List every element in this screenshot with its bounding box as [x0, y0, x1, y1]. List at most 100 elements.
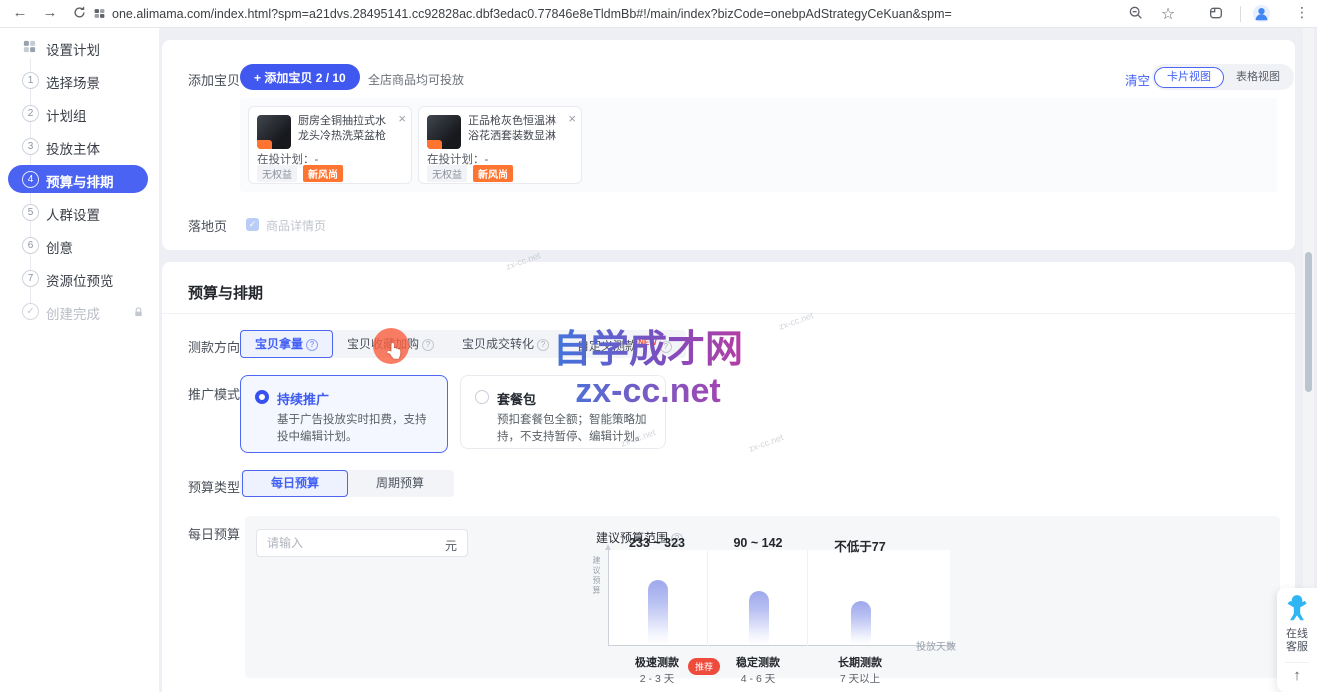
- section-divider: [162, 313, 1295, 314]
- toolbar-divider: [1240, 6, 1241, 22]
- hand-cursor-icon: 👆: [385, 342, 404, 360]
- thumbnail-badge: [257, 140, 272, 149]
- step-number: 2: [22, 105, 39, 122]
- suggested-budget-chart: 建议预算范围? 建议预算 233 ~ 323 90 ~ 142 不低于77 投放…: [590, 524, 980, 676]
- help-icon[interactable]: ?: [660, 341, 672, 353]
- sidebar-item-label: 预算与排期: [46, 171, 114, 191]
- sidebar-item-creative[interactable]: 6 创意: [0, 234, 160, 258]
- bar-value-label: 233 ~ 323: [609, 536, 705, 550]
- product-card[interactable]: 正品枪灰色恒温淋浴花洒套装数显淋雨浴全... × 在投计划：- 无权益 新风尚: [418, 106, 582, 184]
- sidebar-item-label: 计划组: [46, 105, 87, 125]
- radio-unselected[interactable]: [475, 390, 489, 404]
- landing-option-label: 商品详情页: [266, 217, 326, 234]
- bar-fast-test: [648, 580, 668, 645]
- bar-stable-test: [749, 591, 769, 645]
- period-budget-tab[interactable]: 周期预算: [348, 470, 452, 497]
- sidebar-item-create-complete: ✓ 创建完成: [0, 300, 160, 324]
- chart-plot-area: [608, 550, 950, 646]
- bar-value-label: 90 ~ 142: [710, 536, 806, 550]
- bookmark-star-icon[interactable]: ☆: [1158, 4, 1178, 24]
- mode-name: 持续推广: [277, 389, 329, 408]
- product-card[interactable]: 厨房全铜抽拉式水龙头冷热洗菜盆枪灰池水... × 在投计划：- 无权益 新风尚: [248, 106, 412, 184]
- back-to-top-icon[interactable]: ↑: [1277, 667, 1317, 684]
- mode-name: 套餐包: [497, 389, 536, 408]
- scrollbar-thumb[interactable]: [1305, 252, 1312, 392]
- new-trend-tag: 新风尚: [473, 165, 513, 182]
- service-widget: 在线客服 ↑: [1277, 588, 1317, 692]
- help-icon[interactable]: ?: [306, 339, 318, 351]
- step-number: 7: [22, 270, 39, 287]
- help-icon[interactable]: ?: [537, 339, 549, 351]
- landing-checkbox[interactable]: ✓: [246, 218, 259, 231]
- budget-schedule-card: 预算与排期 测款方向 宝贝拿量? 宝贝收藏加购? 宝贝成交转化? 自定义测款NE…: [162, 262, 1295, 692]
- sidebar-item-audience[interactable]: 5 人群设置: [0, 201, 160, 225]
- check-circle-icon: ✓: [22, 303, 39, 320]
- mode-package-option[interactable]: 套餐包 预扣套餐包全额；智能策略加持，不支持暂停、编辑计划。: [460, 375, 666, 449]
- sidebar-item-target[interactable]: 3 投放主体: [0, 135, 160, 159]
- tab-item-volume[interactable]: 宝贝拿量?: [240, 330, 333, 358]
- add-products-hint: 全店商品均可投放: [368, 71, 464, 88]
- page-background: 设置计划 1 选择场景 2 计划组 3 投放主体 4 预算与排期 5 人群设置 …: [0, 28, 1317, 692]
- daily-budget-panel: 元 建议预算范围? 建议预算 233 ~ 323 90 ~ 142 不低于77: [245, 516, 1280, 678]
- daily-budget-label: 每日预算: [188, 524, 240, 543]
- product-thumbnail: [427, 115, 461, 149]
- widget-divider: [1285, 662, 1309, 663]
- steps-sidebar: 设置计划 1 选择场景 2 计划组 3 投放主体 4 预算与排期 5 人群设置 …: [0, 28, 160, 692]
- sidebar-item-label: 资源位预览: [46, 270, 114, 290]
- step-number: 1: [22, 72, 39, 89]
- tab-custom-test[interactable]: 自定义测款NEW?: [563, 329, 686, 360]
- reload-icon[interactable]: [72, 5, 87, 25]
- url-bar[interactable]: one.alimama.com/index.html?spm=a21dvs.28…: [112, 7, 952, 21]
- help-icon[interactable]: ?: [422, 339, 434, 351]
- category-stable-test: 稳定测款 4 - 6 天: [716, 654, 800, 686]
- mode-description: 预扣套餐包全额；智能策略加持，不支持暂停、编辑计划。: [497, 412, 657, 446]
- chart-y-axis-label: 建议预算: [591, 556, 602, 596]
- menu-dots-icon[interactable]: ⋮: [1292, 4, 1312, 21]
- close-icon[interactable]: ×: [398, 111, 406, 126]
- test-direction-tabs: 宝贝拿量? 宝贝收藏加购? 宝贝成交转化? 自定义测款NEW?: [240, 330, 686, 358]
- plus-icon: +: [254, 71, 261, 85]
- lock-icon: [133, 305, 144, 323]
- sidebar-item-scene[interactable]: 1 选择场景: [0, 69, 160, 93]
- chart-x-axis-label: 投放天数: [916, 638, 956, 653]
- table-view-toggle[interactable]: 表格视图: [1224, 67, 1292, 87]
- bar-longterm-test: [851, 601, 871, 645]
- daily-budget-input[interactable]: [267, 531, 427, 555]
- product-thumbnail: [257, 115, 291, 149]
- tab-groups-icon[interactable]: [1208, 5, 1224, 26]
- profile-avatar[interactable]: [1252, 4, 1271, 28]
- no-rights-tag: 无权益: [257, 165, 297, 182]
- daily-budget-tab[interactable]: 每日预算: [242, 470, 348, 497]
- sidebar-item-label: 投放主体: [46, 138, 100, 158]
- sidebar-item-label: 选择场景: [46, 72, 100, 92]
- zoom-icon[interactable]: [1128, 5, 1144, 26]
- sidebar-item-setup-plan[interactable]: 设置计划: [0, 36, 160, 60]
- mascot-icon[interactable]: [1284, 593, 1310, 630]
- online-service-label[interactable]: 在线客服: [1277, 628, 1317, 654]
- bar-value-label: 不低于77: [812, 536, 908, 555]
- sidebar-item-budget-schedule[interactable]: 4 预算与排期: [0, 168, 160, 192]
- test-direction-label: 测款方向: [188, 337, 240, 356]
- product-title: 厨房全铜抽拉式水龙头冷热洗菜盆枪灰池水...: [298, 114, 393, 144]
- site-info-icon[interactable]: [93, 7, 106, 25]
- back-icon[interactable]: ←: [10, 4, 30, 21]
- forward-icon[interactable]: →: [40, 4, 60, 21]
- add-product-button[interactable]: + 添加宝贝 2 / 10: [240, 64, 360, 90]
- mode-continuous-option[interactable]: 持续推广 基于广告投放实时扣费，支持投中编辑计划。: [240, 375, 448, 453]
- radio-selected[interactable]: [255, 390, 269, 404]
- new-trend-tag: 新风尚: [303, 165, 343, 182]
- column-separator: [707, 550, 708, 646]
- sidebar-item-placement-preview[interactable]: 7 资源位预览: [0, 267, 160, 291]
- add-products-label: 添加宝贝: [188, 70, 240, 89]
- budget-input-wrap: 元: [256, 529, 468, 557]
- sidebar-item-plan-group[interactable]: 2 计划组: [0, 102, 160, 126]
- clear-all-link[interactable]: 清空: [1125, 70, 1150, 89]
- budget-type-label: 预算类型: [188, 477, 240, 496]
- thumbnail-badge: [427, 140, 442, 149]
- tab-conversion[interactable]: 宝贝成交转化?: [448, 330, 563, 358]
- column-separator: [807, 550, 808, 646]
- step-number: 3: [22, 138, 39, 155]
- card-view-toggle[interactable]: 卡片视图: [1154, 67, 1224, 88]
- category-fast-test: 极速测款 2 - 3 天: [615, 654, 699, 686]
- close-icon[interactable]: ×: [568, 111, 576, 126]
